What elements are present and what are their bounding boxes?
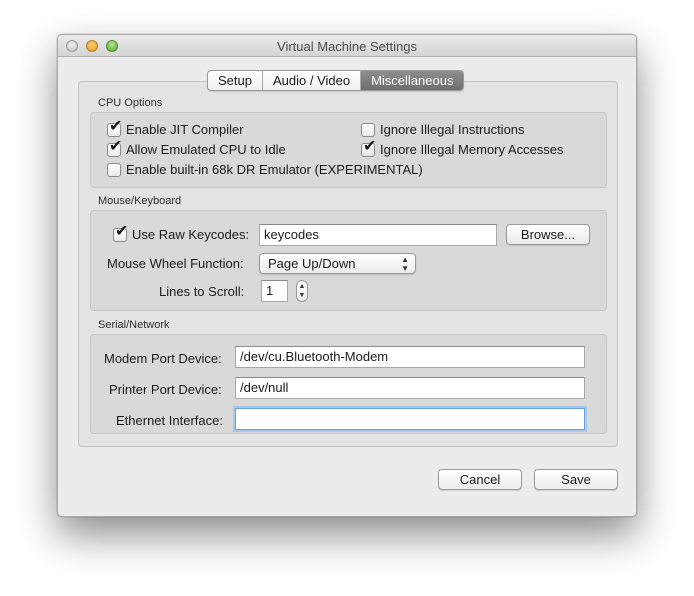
checkmark-icon: ✔ — [115, 222, 129, 240]
allow-idle-checkbox[interactable]: ✔ Allow Emulated CPU to Idle — [107, 138, 286, 157]
settings-window: Virtual Machine Settings Setup Audio / V… — [57, 34, 637, 517]
keycodes-field[interactable]: keycodes — [259, 224, 497, 246]
cancel-button[interactable]: Cancel — [438, 469, 522, 490]
mouse-keyboard-group: ✔ Use Raw Keycodes: keycodes Browse... M… — [90, 210, 607, 311]
ethernet-interface-label: Ethernet Interface: — [116, 413, 223, 428]
lines-to-scroll-label: Lines to Scroll: — [159, 284, 245, 299]
serial-network-group: Modem Port Device: /dev/cu.Bluetooth-Mod… — [90, 334, 607, 434]
modem-port-field[interactable]: /dev/cu.Bluetooth-Modem — [235, 346, 585, 368]
ignore-illegal-memory-label: Ignore Illegal Memory Accesses — [380, 142, 564, 157]
ignore-illegal-memory-checkbox[interactable]: ✔ Ignore Illegal Memory Accesses — [361, 138, 564, 157]
enable-jit-checkbox[interactable]: ✔ Enable JIT Compiler — [107, 118, 244, 137]
mouse-wheel-label: Mouse Wheel Function: — [107, 256, 244, 271]
printer-port-field[interactable]: /dev/null — [235, 377, 585, 399]
printer-port-label: Printer Port Device: — [109, 382, 222, 397]
lines-to-scroll-field[interactable]: 1 — [261, 280, 288, 302]
save-button[interactable]: Save — [534, 469, 618, 490]
dr-emulator-label: Enable built-in 68k DR Emulator (EXPERIM… — [126, 162, 423, 177]
ignore-illegal-instructions-checkbox[interactable]: Ignore Illegal Instructions — [361, 122, 525, 137]
title-bar: Virtual Machine Settings — [58, 35, 636, 57]
serial-network-label: Serial/Network — [98, 319, 170, 331]
popup-arrows-icon: ▲ ▼ — [401, 255, 409, 273]
tab-setup[interactable]: Setup — [208, 71, 263, 90]
checkmark-icon: ✔ — [363, 137, 377, 155]
ethernet-interface-field[interactable] — [235, 408, 585, 430]
checkbox-box — [107, 162, 121, 177]
enable-jit-label: Enable JIT Compiler — [126, 122, 244, 137]
dr-emulator-checkbox[interactable]: Enable built-in 68k DR Emulator (EXPERIM… — [107, 162, 423, 177]
tab-audio-video[interactable]: Audio / Video — [263, 71, 362, 90]
modem-port-label: Modem Port Device: — [104, 351, 222, 366]
raw-keycodes-label: Use Raw Keycodes: — [132, 227, 250, 242]
checkbox-box — [361, 122, 375, 137]
checkmark-icon: ✔ — [109, 137, 123, 155]
cpu-options-group: ✔ Enable JIT Compiler ✔ Allow Emulated C… — [90, 112, 607, 188]
mouse-wheel-popup[interactable]: Page Up/Down ▲ ▼ — [259, 253, 416, 274]
raw-keycodes-checkbox[interactable]: ✔ Use Raw Keycodes: — [113, 223, 250, 242]
checkbox-box: ✔ — [107, 118, 122, 137]
tab-panel: CPU Options ✔ Enable JIT Compiler ✔ Allo… — [78, 81, 618, 447]
cpu-options-label: CPU Options — [98, 97, 163, 109]
checkbox-box: ✔ — [107, 138, 122, 157]
mouse-wheel-value: Page Up/Down — [268, 256, 356, 271]
mouse-keyboard-label: Mouse/Keyboard — [98, 195, 182, 207]
lines-stepper[interactable]: ▲ ▼ — [296, 280, 308, 302]
checkmark-icon: ✔ — [109, 117, 123, 135]
ignore-illegal-instructions-label: Ignore Illegal Instructions — [380, 122, 525, 137]
checkbox-box: ✔ — [113, 223, 128, 242]
browse-button[interactable]: Browse... — [506, 224, 590, 245]
checkbox-box: ✔ — [361, 138, 376, 157]
tab-miscellaneous[interactable]: Miscellaneous — [361, 71, 464, 90]
allow-idle-label: Allow Emulated CPU to Idle — [126, 142, 286, 157]
tab-bar: Setup Audio / Video Miscellaneous — [207, 70, 465, 91]
window-title: Virtual Machine Settings — [277, 39, 417, 54]
